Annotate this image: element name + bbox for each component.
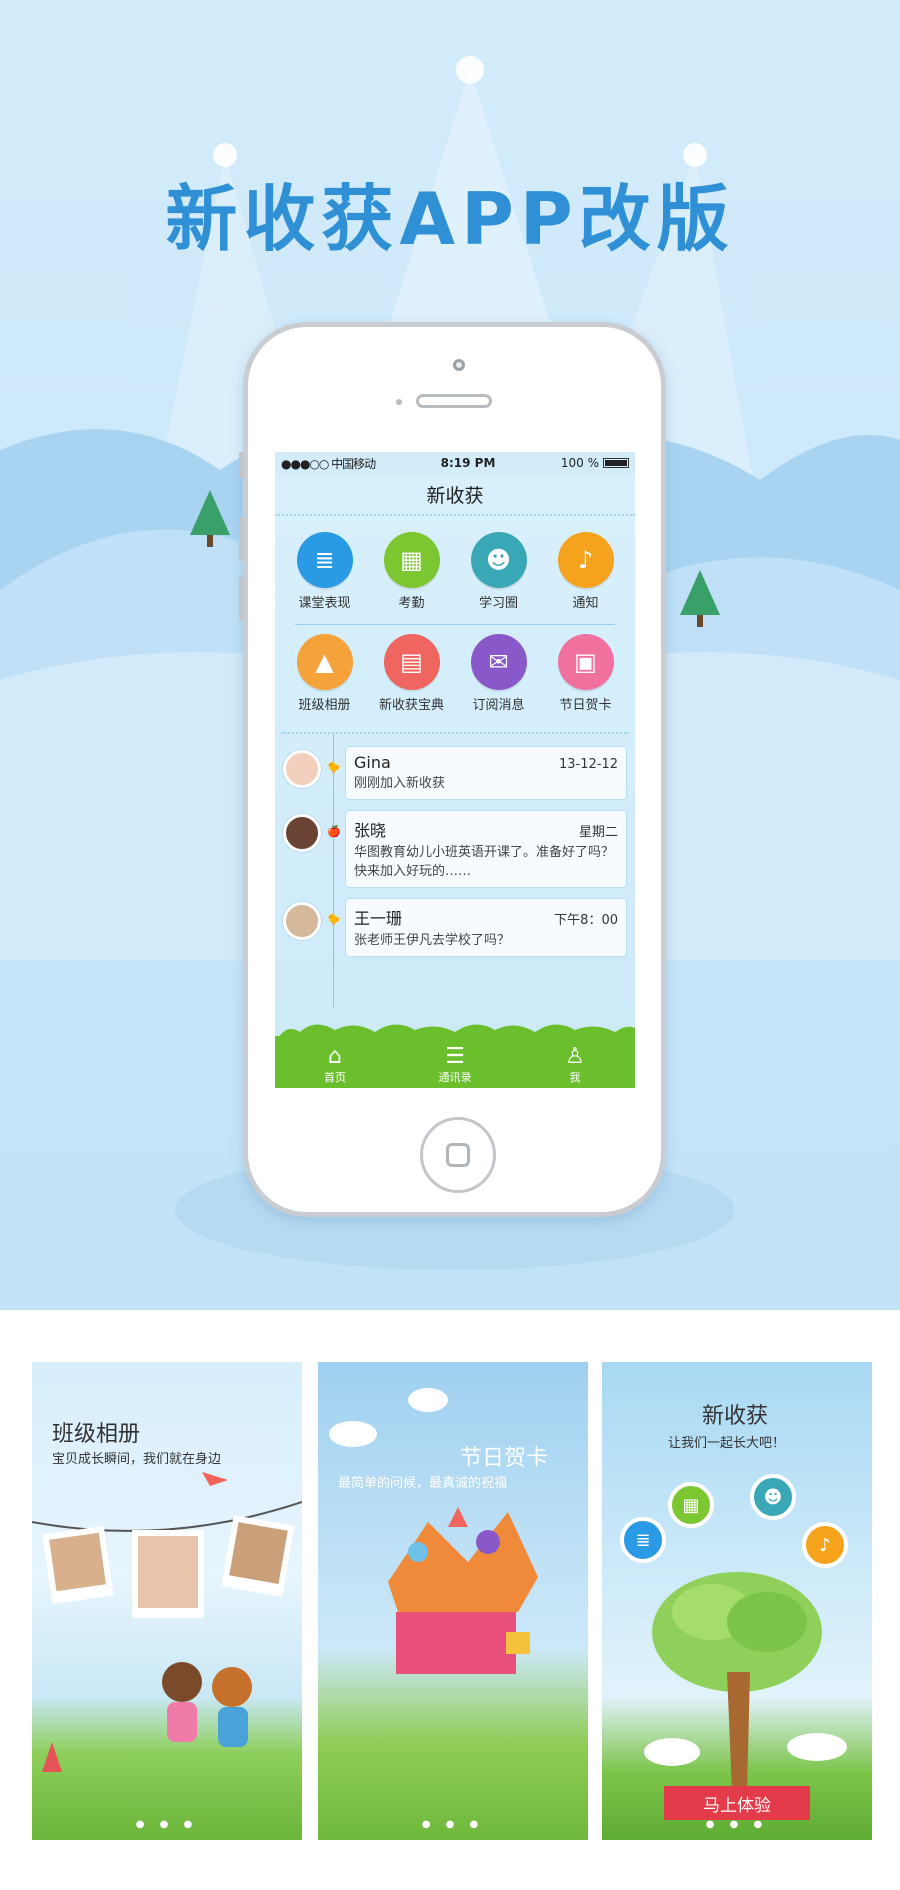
home-button-square	[446, 1143, 470, 1167]
preview-subtitle: 最简单的问候，最真诚的祝福	[338, 1476, 508, 1491]
hero-section: 新收获APP改版 ●●●○○ 中国移动 8:19 PM 100 % 新收获 ≣ …	[0, 0, 900, 1310]
contacts-icon: ☰	[445, 1044, 465, 1069]
grid-label: 节日贺卡	[559, 698, 612, 713]
grid-label: 课堂表现	[298, 596, 351, 611]
list-item[interactable]: 🍎 张晓 星期二 华图教育幼儿小班英语开课了。准备好了吗？快来加入好玩的……	[283, 810, 627, 888]
list-icon: ≣	[620, 1517, 666, 1563]
grid-item-classroom[interactable]: ≣ 课堂表现	[284, 524, 366, 626]
calendar-icon: ▦	[383, 532, 440, 588]
preview-class-album: 班级相册 宝贝成长瞬间，我们就在身边 ● ● ●	[32, 1362, 302, 1840]
battery-indicator: 100 %	[561, 456, 629, 470]
avatar	[283, 750, 321, 788]
grid-item-guide[interactable]: ▤ 新收获宝典	[371, 626, 453, 728]
message-card: 张晓 星期二 华图教育幼儿小班英语开课了。准备好了吗？快来加入好玩的……	[345, 810, 627, 888]
message-feed: 🐤 Gina 13-12-12 刚刚加入新收获 🍎 张晓 星期二 华图教育幼儿小…	[275, 734, 635, 1007]
nav-title: 新收获	[426, 484, 484, 507]
grid-label: 学习圈	[478, 596, 518, 611]
feature-grid: ≣ 课堂表现 ▦ 考勤 ☻ 学习圈 ♪ 通知 ▲ 班级相册 ▤ 新收获宝典 ✉ …	[275, 516, 635, 734]
tab-label: 通讯录	[438, 1071, 472, 1084]
status-bar: ●●●○○ 中国移动 8:19 PM 100 %	[275, 452, 635, 474]
app-screen: ●●●○○ 中国移动 8:19 PM 100 % 新收获 ≣ 课堂表现 ▦ 考勤…	[275, 452, 635, 1088]
avatar	[283, 814, 321, 852]
list-item[interactable]: 🐤 王一珊 下午8：00 张老师王伊凡去学校了吗？	[283, 898, 627, 957]
message-text: 华图教育幼儿小班英语开课了。准备好了吗？快来加入好玩的……	[354, 845, 615, 879]
phone-mockup: ●●●○○ 中国移动 8:19 PM 100 % 新收获 ≣ 课堂表现 ▦ 考勤…	[239, 322, 666, 1217]
message-text: 张老师王伊凡去学校了吗？	[354, 933, 511, 948]
page-indicator: ● ● ●	[421, 1819, 485, 1830]
preview-title: 节日贺卡	[460, 1446, 549, 1471]
page-indicator: ● ● ●	[135, 1819, 199, 1830]
sender-name: 王一珊	[354, 909, 403, 928]
grid-label: 考勤	[398, 596, 425, 611]
grid-label: 新收获宝典	[378, 698, 444, 713]
status-time: 8:19 PM	[440, 456, 496, 470]
chick-icon: 🐤	[327, 913, 341, 926]
grid-item-album[interactable]: ▲ 班级相册	[284, 626, 366, 728]
message-date: 星期二	[578, 825, 618, 840]
battery-icon	[603, 458, 629, 468]
front-camera	[453, 359, 465, 371]
mute-switch	[239, 452, 244, 478]
tab-home[interactable]: ⌂ 首页	[290, 1045, 380, 1085]
group-icon: ☻	[470, 532, 527, 588]
book-icon: ▤	[383, 634, 440, 690]
message-text: 刚刚加入新收获	[354, 776, 446, 791]
gift-illustration	[329, 1388, 538, 1674]
grid-label: 通知	[572, 596, 599, 611]
list-icon: ≣	[296, 532, 353, 588]
tab-me[interactable]: ♙ 我	[530, 1045, 620, 1085]
apple-icon: 🍎	[327, 825, 341, 838]
home-button	[420, 1117, 496, 1193]
earpiece-speaker	[416, 394, 492, 408]
sender-name: Gina	[354, 753, 391, 772]
message-card: 王一珊 下午8：00 张老师王伊凡去学校了吗？	[345, 898, 627, 957]
grid-item-greeting-card[interactable]: ▣ 节日贺卡	[545, 626, 627, 728]
album-illustration	[32, 1472, 302, 1772]
grid-item-study-circle[interactable]: ☻ 学习圈	[458, 524, 540, 626]
volume-down-button	[239, 577, 244, 621]
preview-greeting-card: 节日贺卡 最简单的问候，最真诚的祝福 ● ● ●	[318, 1362, 588, 1840]
home-icon: ⌂	[328, 1044, 342, 1069]
grid-label: 订阅消息	[472, 698, 525, 713]
volume-up-button	[239, 517, 244, 561]
chat-icon: ✉	[470, 634, 527, 690]
photo-icon: ▲	[296, 634, 353, 690]
grid-item-subscriptions[interactable]: ✉ 订阅消息	[458, 626, 540, 728]
tab-label: 我	[569, 1071, 581, 1084]
message-card: Gina 13-12-12 刚刚加入新收获	[345, 746, 627, 800]
message-date: 下午8：00	[554, 913, 618, 928]
carrier-signal: ●●●○○ 中国移动	[281, 456, 376, 471]
proximity-sensor	[396, 399, 402, 405]
grid-label: 班级相册	[298, 698, 351, 713]
try-now-button[interactable]: 马上体验	[650, 1786, 824, 1822]
battery-percent: 100 %	[560, 456, 599, 470]
grid-item-notice[interactable]: ♪ 通知	[545, 524, 627, 626]
grid-divider	[295, 624, 615, 625]
chick-icon: 🐤	[327, 761, 341, 774]
avatar	[283, 902, 321, 940]
page-indicator: ● ● ●	[705, 1819, 769, 1830]
preview-welcome: 新收获 让我们一起长大吧！ ≣ ▦ ☻ ♪ 马上体验 ● ● ●	[602, 1362, 872, 1840]
preview-subtitle: 宝贝成长瞬间，我们就在身边	[52, 1452, 222, 1467]
user-icon: ♙	[565, 1044, 585, 1069]
card-icon: ▣	[557, 634, 614, 690]
grid-item-attendance[interactable]: ▦ 考勤	[371, 524, 453, 626]
sender-name: 张晓	[354, 821, 387, 840]
preview-title: 班级相册	[52, 1422, 141, 1447]
message-date: 13-12-12	[558, 757, 618, 772]
hero-title: 新收获APP改版	[165, 177, 735, 261]
tab-label: 首页	[324, 1071, 346, 1084]
group-icon: ☻	[750, 1474, 796, 1520]
calendar-icon: ▦	[668, 1482, 714, 1528]
tab-bar: ⌂ 首页 ☰ 通讯录 ♙ 我	[275, 1036, 635, 1088]
list-item[interactable]: 🐤 Gina 13-12-12 刚刚加入新收获	[283, 746, 627, 800]
tab-contacts[interactable]: ☰ 通讯录	[410, 1045, 500, 1085]
preview-subtitle: 让我们一起长大吧！	[668, 1436, 786, 1451]
bell-icon: ♪	[557, 532, 614, 588]
preview-title: 新收获	[702, 1404, 769, 1429]
nav-bar: 新收获	[275, 474, 635, 516]
